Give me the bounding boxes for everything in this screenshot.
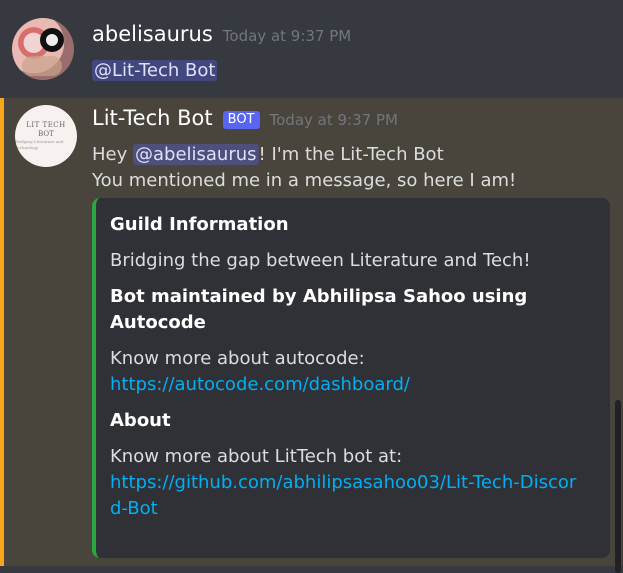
- message-content: Hey @abelisaurus! I'm the Lit-Tech Bot Y…: [92, 142, 516, 194]
- greeting-prefix: Hey: [92, 144, 133, 165]
- user-avatar[interactable]: [12, 18, 74, 80]
- embed-field-value-about: Know more about LitTech bot at:: [110, 446, 403, 467]
- username[interactable]: abelisaurus: [92, 22, 213, 46]
- bot-username[interactable]: Lit-Tech Bot: [92, 106, 213, 130]
- avatar-sunglasses-graphic: [40, 28, 64, 52]
- scrollbar[interactable]: [615, 400, 621, 573]
- message-lit-tech-bot: LIT TECH BOT Bridging Literature and Tec…: [0, 98, 623, 566]
- bot-embed: Guild Information Bridging the gap betwe…: [92, 198, 610, 558]
- embed-body: Guild Information Bridging the gap betwe…: [110, 212, 596, 522]
- message-header: abelisaurus Today at 9:37 PM: [92, 22, 351, 46]
- autocode-link[interactable]: https://autocode.com/dashboard/: [110, 374, 410, 395]
- bot-avatar-line-1: LIT TECH: [26, 121, 66, 129]
- message-content: @Lit-Tech Bot: [92, 58, 218, 84]
- message-header: Lit-Tech Bot BOT Today at 9:37 PM: [92, 106, 398, 131]
- message-line-1: Hey @abelisaurus! I'm the Lit-Tech Bot: [92, 142, 516, 168]
- bot-avatar-line-2: BOT: [38, 130, 54, 138]
- bot-mention[interactable]: @Lit-Tech Bot: [92, 60, 218, 81]
- embed-field-value-guild: Bridging the gap between Literature and …: [110, 250, 531, 271]
- message-line-2: You mentioned me in a message, so here I…: [92, 170, 517, 191]
- message-abelisaurus: abelisaurus Today at 9:37 PM @Lit-Tech B…: [0, 0, 623, 98]
- embed-field-name-maintainer: Bot maintained by Abhilipsa Sahoo using …: [110, 286, 528, 333]
- github-link[interactable]: https://github.com/abhilipsasahoo03/Lit-…: [110, 472, 576, 519]
- timestamp: Today at 9:37 PM: [269, 111, 398, 129]
- embed-field-name-guild: Guild Information: [110, 214, 289, 235]
- greeting-suffix: ! I'm the Lit-Tech Bot: [258, 144, 444, 165]
- bot-avatar[interactable]: LIT TECH BOT Bridging Literature and Tec…: [15, 105, 77, 167]
- user-mention[interactable]: @abelisaurus: [132, 144, 259, 165]
- bot-tag-badge: BOT: [222, 111, 260, 129]
- timestamp: Today at 9:37 PM: [222, 27, 352, 45]
- embed-field-name-about: About: [110, 410, 171, 431]
- avatar-face-graphic: [22, 56, 62, 76]
- embed-field-value-maintainer: Know more about autocode:: [110, 348, 365, 369]
- bot-avatar-line-3: Bridging Literature and Technology: [15, 139, 64, 150]
